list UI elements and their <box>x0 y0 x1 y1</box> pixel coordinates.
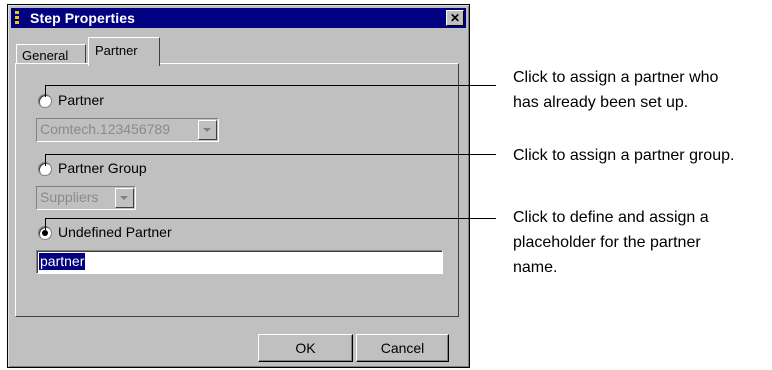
callout-text-undefined-partner: Click to define and assign a placeholder… <box>513 209 709 276</box>
callout-tick-3 <box>45 218 46 230</box>
undefined-partner-radio-label: Undefined Partner <box>58 224 172 240</box>
close-icon: ✕ <box>449 11 461 25</box>
chevron-down-icon[interactable] <box>198 120 217 140</box>
callout-line-2 <box>45 154 496 155</box>
app-icon <box>15 11 19 25</box>
selected-text: partner <box>39 253 86 270</box>
callout-text-partner: Click to assign a partner who has alread… <box>513 69 719 111</box>
callout-tick-1 <box>45 85 46 97</box>
partner-group-radio-label: Partner Group <box>58 160 147 176</box>
dialog-title: Step Properties <box>30 10 135 26</box>
combo-value: Comtech.123456789 <box>40 121 170 137</box>
partner-radio-label: Partner <box>58 92 104 108</box>
chevron-down-icon[interactable] <box>115 188 134 208</box>
partner-group-combo[interactable]: Suppliers <box>36 186 136 210</box>
tab-partner[interactable]: Partner <box>88 37 160 66</box>
title-bar[interactable]: Step Properties ✕ <box>11 8 466 28</box>
callout-tick-2 <box>45 154 46 166</box>
tab-label: General <box>22 48 69 63</box>
cancel-button[interactable]: Cancel <box>356 334 449 362</box>
partner-combo[interactable]: Comtech.123456789 <box>36 118 219 142</box>
callout-line-3 <box>45 218 496 219</box>
ok-button[interactable]: OK <box>258 334 353 362</box>
tab-general[interactable]: General <box>16 44 86 64</box>
callout-line-1 <box>45 85 496 86</box>
tab-label: Partner <box>95 43 138 58</box>
undefined-partner-input[interactable]: partner <box>36 250 443 274</box>
combo-value: Suppliers <box>40 189 99 205</box>
callout-text-partner-group: Click to assign a partner group. <box>513 147 735 164</box>
close-button[interactable]: ✕ <box>446 10 464 26</box>
